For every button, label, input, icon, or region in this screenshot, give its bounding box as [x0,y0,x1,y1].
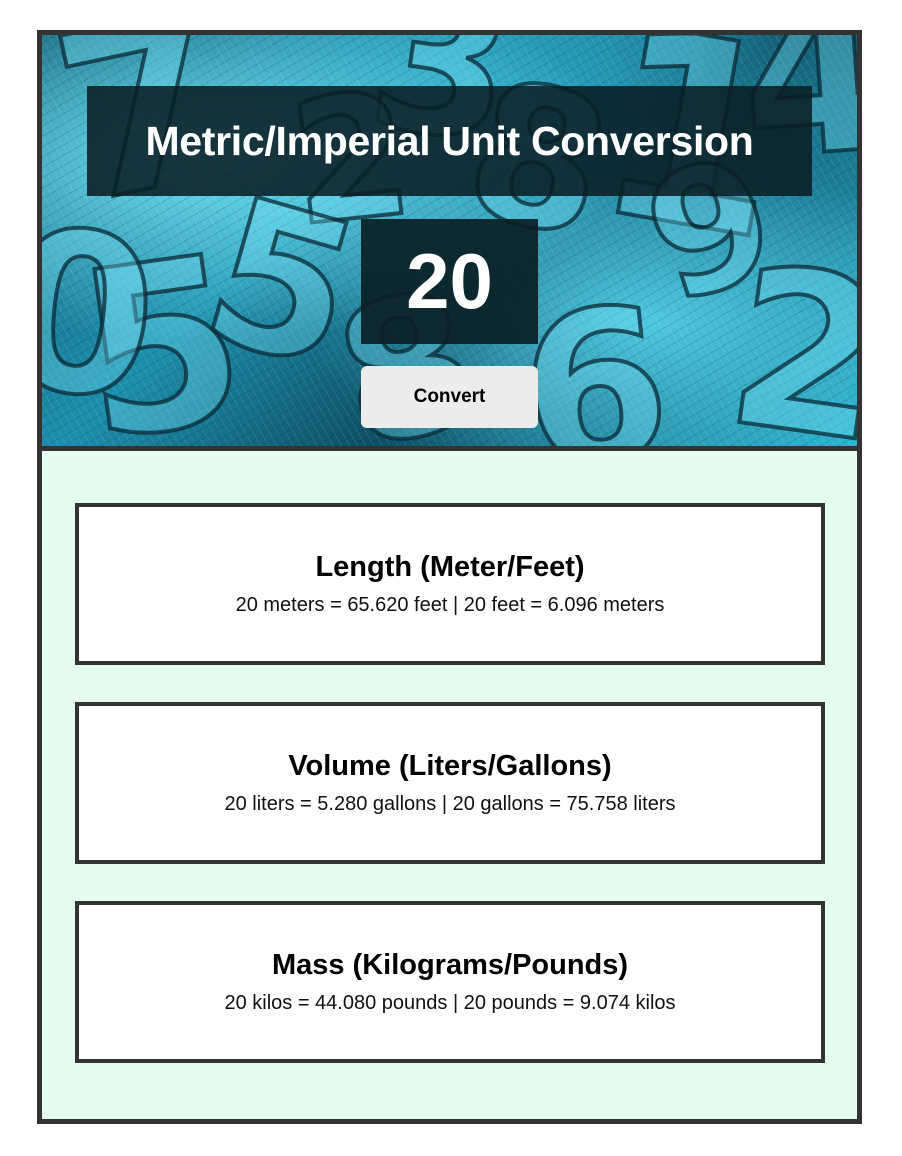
mass-card: Mass (Kilograms/Pounds) 20 kilos = 44.08… [75,901,825,1063]
value-input[interactable] [364,236,535,327]
mass-title: Mass (Kilograms/Pounds) [271,949,629,981]
length-title: Length (Meter/Feet) [315,551,585,583]
results-section: Length (Meter/Feet) 20 meters = 65.620 f… [42,451,857,1063]
convert-button[interactable]: Convert [361,366,538,428]
hero-header: 7 3 2 8 1 4 9 5 0 6 2 5 8 Metric/Imperia… [42,35,857,451]
converter-app: 7 3 2 8 1 4 9 5 0 6 2 5 8 Metric/Imperia… [37,30,862,1124]
title-banner: Metric/Imperial Unit Conversion [87,86,812,196]
value-input-container [361,219,538,344]
length-result: 20 meters = 65.620 feet | 20 feet = 6.09… [235,594,665,616]
volume-card: Volume (Liters/Gallons) 20 liters = 5.28… [75,702,825,864]
volume-result: 20 liters = 5.280 gallons | 20 gallons =… [224,793,676,815]
page-title: Metric/Imperial Unit Conversion [145,117,754,164]
length-card: Length (Meter/Feet) 20 meters = 65.620 f… [75,503,825,665]
mass-result: 20 kilos = 44.080 pounds | 20 pounds = 9… [224,992,676,1014]
volume-title: Volume (Liters/Gallons) [288,750,612,782]
